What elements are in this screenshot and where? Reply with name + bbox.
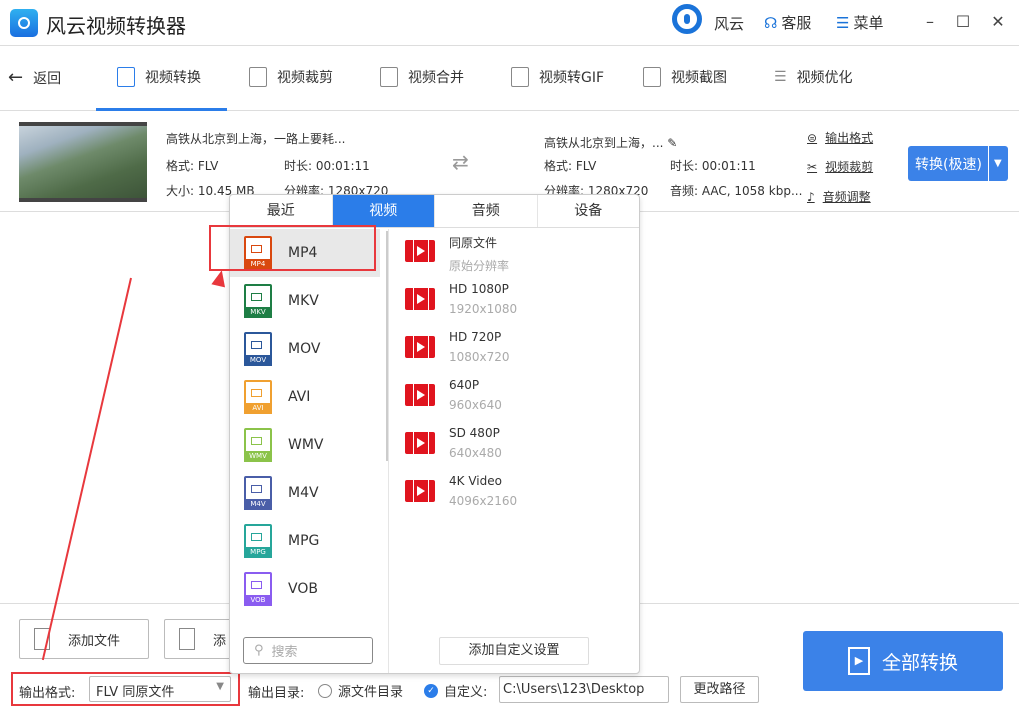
title-bar: 风云视频转换器 风云 ☊ 客服 ☰ 菜单 – ☐ ✕ bbox=[0, 0, 1019, 46]
tab-video-convert[interactable]: 视频转换 bbox=[117, 67, 201, 87]
active-tab-indicator bbox=[96, 108, 227, 111]
add-custom-setting-button[interactable]: 添加自定义设置 bbox=[439, 637, 589, 665]
edit-icon[interactable]: ✎ bbox=[667, 136, 677, 150]
source-format: 格式: FLV bbox=[166, 159, 219, 173]
file-add-icon bbox=[179, 628, 195, 650]
output-format-link[interactable]: ⊜ 输出格式 bbox=[807, 129, 873, 146]
video-file-icon: MOV bbox=[244, 332, 272, 366]
film-icon bbox=[405, 240, 435, 262]
format-item-m4v[interactable]: M4V M4V bbox=[230, 469, 380, 517]
tab-video-optimize[interactable]: ☰ 视频优化 bbox=[774, 67, 853, 87]
gif-icon bbox=[511, 67, 529, 87]
film-icon bbox=[405, 480, 435, 502]
list-icon: ☰ bbox=[836, 13, 850, 32]
caret-down-icon: ▼ bbox=[216, 681, 224, 692]
preset-item[interactable]: 4K Video 4096x2160 bbox=[405, 474, 517, 522]
source-file-name: 高铁从北京到上海，一路上要耗... bbox=[166, 132, 346, 146]
convert-icon bbox=[117, 67, 135, 87]
arrow-head-icon bbox=[211, 268, 229, 288]
add-file-button[interactable]: 添加文件 bbox=[19, 619, 149, 659]
video-file-icon: WMV bbox=[244, 428, 272, 462]
format-item-mpg[interactable]: MPG MPG bbox=[230, 517, 380, 565]
sliders-icon: ☰ bbox=[774, 69, 787, 85]
film-icon bbox=[405, 432, 435, 454]
app-title: 风云视频转换器 bbox=[46, 14, 186, 38]
brand-icon bbox=[672, 4, 702, 34]
video-file-icon: MPG bbox=[244, 524, 272, 558]
video-cut-link[interactable]: ✂ 视频裁剪 bbox=[807, 158, 873, 175]
merge-icon bbox=[380, 67, 398, 87]
tab-audio[interactable]: 音频 bbox=[435, 195, 538, 227]
video-file-icon: MKV bbox=[244, 284, 272, 318]
format-item-mkv[interactable]: MKV MKV bbox=[230, 277, 380, 325]
search-icon: ⚲ bbox=[254, 643, 264, 658]
play-icon: ▶ bbox=[847, 647, 870, 675]
film-icon bbox=[405, 336, 435, 358]
search-input[interactable]: ⚲ 搜索 bbox=[243, 637, 373, 664]
video-file-icon: VOB bbox=[244, 572, 272, 606]
format-item-vob[interactable]: VOB VOB bbox=[230, 565, 380, 613]
preset-item[interactable]: HD 1080P 1920x1080 bbox=[405, 282, 517, 330]
output-format: 格式: FLV bbox=[544, 159, 597, 173]
check-circle-icon: ✓ bbox=[424, 683, 438, 698]
format-item-avi[interactable]: AVI AVI bbox=[230, 373, 380, 421]
image-icon bbox=[643, 67, 661, 87]
service-button[interactable]: ☊ 客服 bbox=[764, 12, 811, 33]
format-icon: ⊜ bbox=[807, 130, 818, 145]
output-format-label: 输出格式: bbox=[19, 686, 76, 701]
path-input[interactable]: C:\Users\123\Desktop bbox=[499, 676, 669, 703]
output-audio: 音频: AAC, 1058 kbp... bbox=[670, 184, 803, 198]
convert-all-button[interactable]: ▶ 全部转换 bbox=[803, 631, 1003, 691]
audio-adjust-link[interactable]: ♪ 音频调整 bbox=[807, 188, 871, 205]
video-file-icon: M4V bbox=[244, 476, 272, 510]
minimize-button[interactable]: – bbox=[920, 12, 940, 31]
popup-tabs: 最近 视频 音频 设备 bbox=[230, 195, 639, 228]
change-path-button[interactable]: 更改路径 bbox=[680, 676, 759, 703]
custom-dir-radio[interactable]: ✓ 自定义: bbox=[424, 681, 487, 700]
menu-button[interactable]: ☰ 菜单 bbox=[836, 12, 883, 33]
tab-video-merge[interactable]: 视频合并 bbox=[380, 67, 464, 87]
output-file-name: 高铁从北京到上海，... ✎ bbox=[544, 136, 678, 150]
preset-item[interactable]: 同原文件 原始分辨率 bbox=[405, 234, 509, 282]
arrow-left-icon: ← bbox=[8, 67, 24, 88]
back-button[interactable]: ← 返回 bbox=[8, 67, 61, 88]
scissors-icon: ✂ bbox=[807, 159, 818, 174]
radio-icon bbox=[318, 683, 332, 698]
maximize-button[interactable]: ☐ bbox=[953, 12, 973, 31]
tab-video-gif[interactable]: 视频转GIF bbox=[511, 67, 604, 87]
cut-icon bbox=[249, 67, 267, 87]
headset-icon: ☊ bbox=[764, 13, 778, 32]
preset-item[interactable]: HD 720P 1080x720 bbox=[405, 330, 510, 378]
output-duration: 时长: 00:01:11 bbox=[670, 159, 756, 173]
film-icon bbox=[405, 288, 435, 310]
tab-video-cut[interactable]: 视频裁剪 bbox=[249, 67, 333, 87]
video-thumbnail[interactable] bbox=[19, 122, 147, 202]
output-format-select[interactable]: FLV 同原文件 ▼ bbox=[89, 676, 231, 702]
format-item-wmv[interactable]: WMV WMV bbox=[230, 421, 380, 469]
format-item-mov[interactable]: MOV MOV bbox=[230, 325, 380, 373]
preset-item[interactable]: 640P 960x640 bbox=[405, 378, 502, 426]
film-icon bbox=[405, 384, 435, 406]
divider bbox=[388, 229, 389, 673]
convert-fast-button[interactable]: 转换(极速) ▼ bbox=[908, 146, 1008, 181]
nav-bar: ← 返回 视频转换 视频裁剪 视频合并 视频转GIF 视频截图 ☰ 视频优化 bbox=[0, 47, 1019, 111]
brand-button[interactable]: 风云 bbox=[672, 4, 744, 34]
close-button[interactable]: ✕ bbox=[988, 12, 1008, 31]
tab-recent[interactable]: 最近 bbox=[230, 195, 333, 227]
tab-device[interactable]: 设备 bbox=[538, 195, 640, 227]
tab-video-screenshot[interactable]: 视频截图 bbox=[643, 67, 727, 87]
music-icon: ♪ bbox=[807, 189, 815, 204]
app-logo-icon bbox=[10, 9, 38, 37]
preset-item[interactable]: SD 480P 640x480 bbox=[405, 426, 502, 474]
source-duration: 时长: 00:01:11 bbox=[284, 159, 370, 173]
tab-video[interactable]: 视频 bbox=[332, 195, 435, 227]
shuffle-arrow-icon: ⇄ bbox=[452, 150, 469, 174]
source-dir-radio[interactable]: 源文件目录 bbox=[318, 681, 403, 700]
highlight-box bbox=[209, 225, 376, 271]
output-dir-label: 输出目录: bbox=[248, 686, 305, 701]
dropdown-arrow-icon[interactable]: ▼ bbox=[988, 146, 1002, 181]
video-file-icon: AVI bbox=[244, 380, 272, 414]
